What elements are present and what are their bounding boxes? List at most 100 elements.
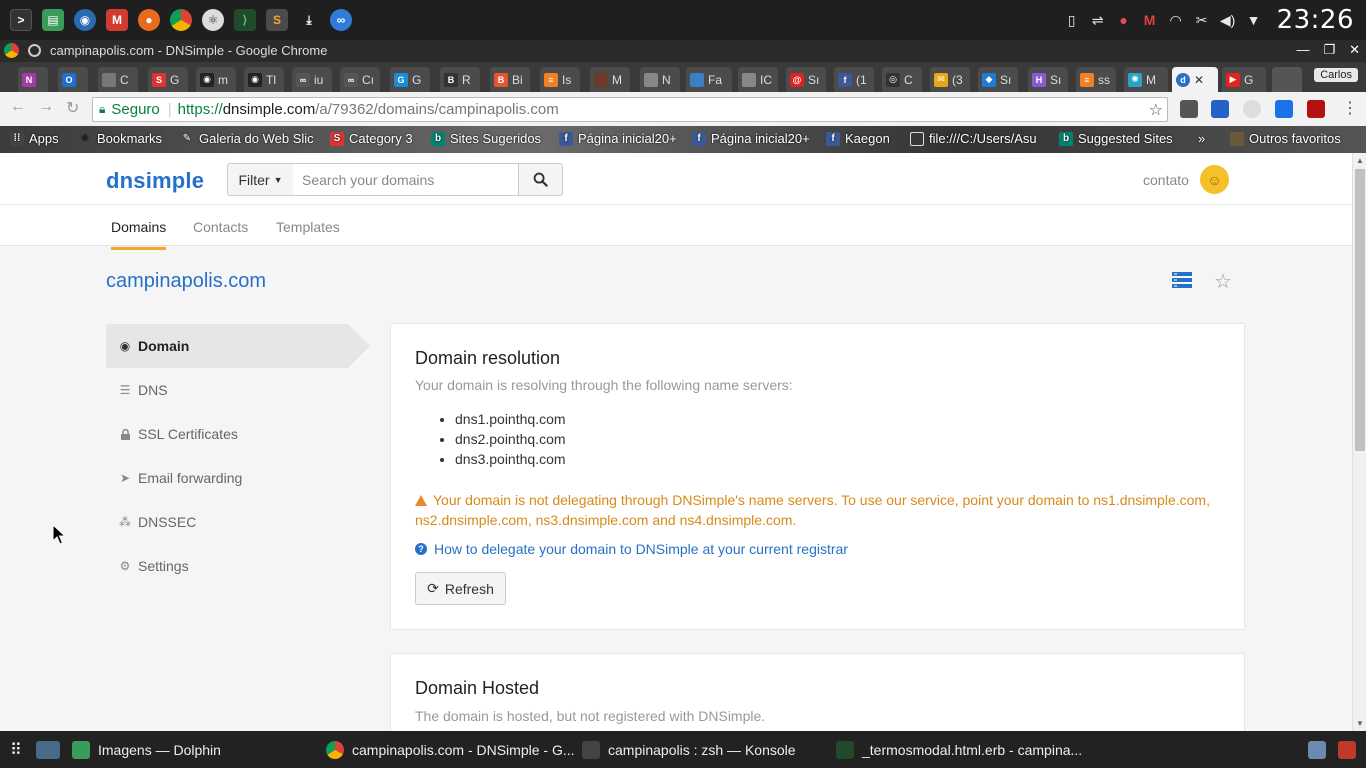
- browser-tab[interactable]: ∞ iu: [292, 67, 332, 92]
- chrome-launcher-icon[interactable]: [170, 9, 192, 31]
- bookmark-category-3[interactable]: S Category 3: [330, 131, 413, 146]
- browser-tab[interactable]: ✉ (3: [930, 67, 970, 92]
- file-manager-launcher-icon[interactable]: ▤: [42, 9, 64, 31]
- bookmarks-more[interactable]: »: [1198, 131, 1205, 146]
- bookmark-bookmarks[interactable]: ★ Bookmarks: [78, 131, 163, 146]
- volume-icon[interactable]: ◀): [1219, 11, 1237, 29]
- server-list-icon[interactable]: [1172, 272, 1192, 288]
- bookmark-web-slice[interactable]: ✎ Galeria do Web Slic: [180, 131, 314, 146]
- bookmark-extension-icon[interactable]: [1211, 100, 1229, 118]
- user-name[interactable]: contato: [1143, 172, 1189, 188]
- sidebar-item-dns[interactable]: ☰ DNS: [106, 368, 368, 412]
- browser-tab[interactable]: N: [640, 67, 680, 92]
- minimize-icon[interactable]: —: [1296, 42, 1309, 58]
- browser-tab[interactable]: ◉ m: [196, 67, 236, 92]
- tab-contacts[interactable]: Contacts: [193, 219, 248, 247]
- tab-domains[interactable]: Domains: [111, 219, 167, 250]
- browser-tab[interactable]: ▶ G: [1222, 67, 1266, 92]
- bookmark-pagina-inicial[interactable]: f Página inicial20+: [692, 131, 810, 146]
- bookmark-outros-favoritos[interactable]: Outros favoritos: [1230, 131, 1341, 146]
- delegation-help-link[interactable]: ? How to delegate your domain to DNSimpl…: [415, 541, 848, 557]
- sidebar-item-settings[interactable]: ⚙ Settings: [106, 544, 368, 588]
- pdf-extension-icon[interactable]: [1307, 100, 1325, 118]
- browser-tab-active[interactable]: d ✕: [1172, 67, 1218, 92]
- plus-extension-icon[interactable]: [1275, 100, 1293, 118]
- window-menu-icon[interactable]: [28, 44, 41, 57]
- forward-icon[interactable]: →: [38, 98, 54, 116]
- sidebar-item-email-forwarding[interactable]: ➤ Email forwarding: [106, 456, 368, 500]
- browser-tab[interactable]: ✺ M: [1124, 67, 1168, 92]
- scroll-down-icon[interactable]: ▼: [1356, 719, 1364, 728]
- terminal-launcher-icon[interactable]: >: [10, 9, 32, 31]
- firefox-launcher-icon[interactable]: ●: [138, 9, 160, 31]
- avatar[interactable]: ☺: [1200, 165, 1229, 194]
- phone-icon[interactable]: ▯: [1063, 11, 1081, 29]
- menu-arrow-icon[interactable]: ▼: [1245, 11, 1263, 29]
- scrollbar-thumb[interactable]: [1355, 169, 1365, 451]
- address-bar[interactable]: 🔒︎ Seguro | https://dnsimple.com/a/79362…: [92, 97, 1168, 122]
- remote-launcher-icon[interactable]: ∞: [330, 9, 352, 31]
- taskbar-item-chrome[interactable]: campinapolis.com - DNSimple - G...: [326, 731, 575, 768]
- browser-tab[interactable]: GG: [390, 67, 430, 92]
- browser-tab[interactable]: C: [98, 67, 138, 92]
- close-icon[interactable]: ✕: [1349, 42, 1360, 58]
- browser-tab[interactable]: ≡ ss: [1076, 67, 1116, 92]
- browser-tab[interactable]: @ Sı: [786, 67, 826, 92]
- vscode-launcher-icon[interactable]: ⟩: [234, 9, 256, 31]
- browser-tab[interactable]: ◎ C: [882, 67, 922, 92]
- sublime-launcher-icon[interactable]: S: [266, 9, 288, 31]
- gmail-launcher-icon[interactable]: M: [106, 9, 128, 31]
- show-desktop-button[interactable]: [36, 731, 60, 768]
- bookmark-sites-sugeridos[interactable]: b Sites Sugeridos: [431, 131, 541, 146]
- browser-tab[interactable]: B Bi: [490, 67, 530, 92]
- browser-tab[interactable]: SG: [148, 67, 188, 92]
- browser-tab[interactable]: f (1: [834, 67, 874, 92]
- ghost-extension-icon[interactable]: [1243, 100, 1261, 118]
- atom-launcher-icon[interactable]: ⚛: [202, 9, 224, 31]
- bookmark-file[interactable]: file:///C:/Users/Asu: [910, 131, 1037, 146]
- browser-tab[interactable]: BR: [440, 67, 480, 92]
- globe-launcher-icon[interactable]: ◉: [74, 9, 96, 31]
- chrome-menu-icon[interactable]: ⋮: [1342, 98, 1358, 118]
- browser-tab[interactable]: ∞ Cı: [340, 67, 380, 92]
- browser-tab[interactable]: ◆ Sı: [978, 67, 1018, 92]
- ghost-icon[interactable]: ●: [1115, 11, 1133, 29]
- browser-tab[interactable]: M: [590, 67, 630, 92]
- domain-search-input[interactable]: [293, 163, 519, 196]
- tray-device-icon[interactable]: [1308, 731, 1326, 768]
- dnsimple-logo[interactable]: dnsimple: [106, 168, 204, 194]
- bookmark-kaegon[interactable]: f Kaegon: [826, 131, 890, 146]
- browser-tab[interactable]: Fa: [686, 67, 732, 92]
- refresh-button[interactable]: ⟳ Refresh: [415, 572, 506, 605]
- browser-tab[interactable]: ≡ Is: [540, 67, 580, 92]
- back-icon[interactable]: ←: [10, 98, 26, 116]
- browser-tab[interactable]: H Sı: [1028, 67, 1068, 92]
- domain-name-title[interactable]: campinapolis.com: [106, 270, 266, 293]
- tray-shield-icon[interactable]: [1338, 731, 1356, 768]
- bookmark-star-icon[interactable]: ☆: [1149, 100, 1163, 120]
- new-tab-button[interactable]: [1272, 67, 1302, 92]
- reload-icon[interactable]: ↻: [66, 98, 79, 118]
- bookmark-pagina-inicial[interactable]: f Página inicial20+: [559, 131, 677, 146]
- taskbar-item-konsole[interactable]: campinapolis : zsh — Konsole: [582, 731, 796, 768]
- browser-tab[interactable]: IC: [738, 67, 778, 92]
- browser-tab[interactable]: O: [58, 67, 88, 92]
- taskbar-item-vscode[interactable]: _termosmodal.html.erb - campina...: [836, 731, 1082, 768]
- wifi-icon[interactable]: ◠: [1167, 11, 1185, 29]
- page-scrollbar[interactable]: ▲ ▼: [1352, 153, 1366, 731]
- profile-name[interactable]: Carlos: [1314, 68, 1358, 82]
- app-launcher-button[interactable]: ⠿: [10, 731, 22, 768]
- favorite-star-icon[interactable]: ☆: [1214, 269, 1232, 294]
- taskbar-item-dolphin[interactable]: Imagens — Dolphin: [72, 731, 221, 768]
- filter-dropdown-button[interactable]: Filter ▼: [227, 163, 294, 196]
- browser-tab[interactable]: N: [18, 67, 48, 92]
- tab-templates[interactable]: Templates: [276, 219, 340, 247]
- sidebar-item-dnssec[interactable]: ⁂ DNSSEC: [106, 500, 368, 544]
- sidebar-item-domain[interactable]: ◉ Domain: [106, 324, 370, 368]
- search-button[interactable]: [518, 163, 563, 196]
- gmail-icon[interactable]: M: [1141, 11, 1159, 29]
- bookmark-apps[interactable]: ⁞⁞ Apps: [10, 131, 59, 146]
- download-launcher-icon[interactable]: ⤓: [298, 9, 320, 31]
- extension-icon[interactable]: [1180, 100, 1198, 118]
- bookmark-suggested-sites[interactable]: b Suggested Sites: [1059, 131, 1173, 146]
